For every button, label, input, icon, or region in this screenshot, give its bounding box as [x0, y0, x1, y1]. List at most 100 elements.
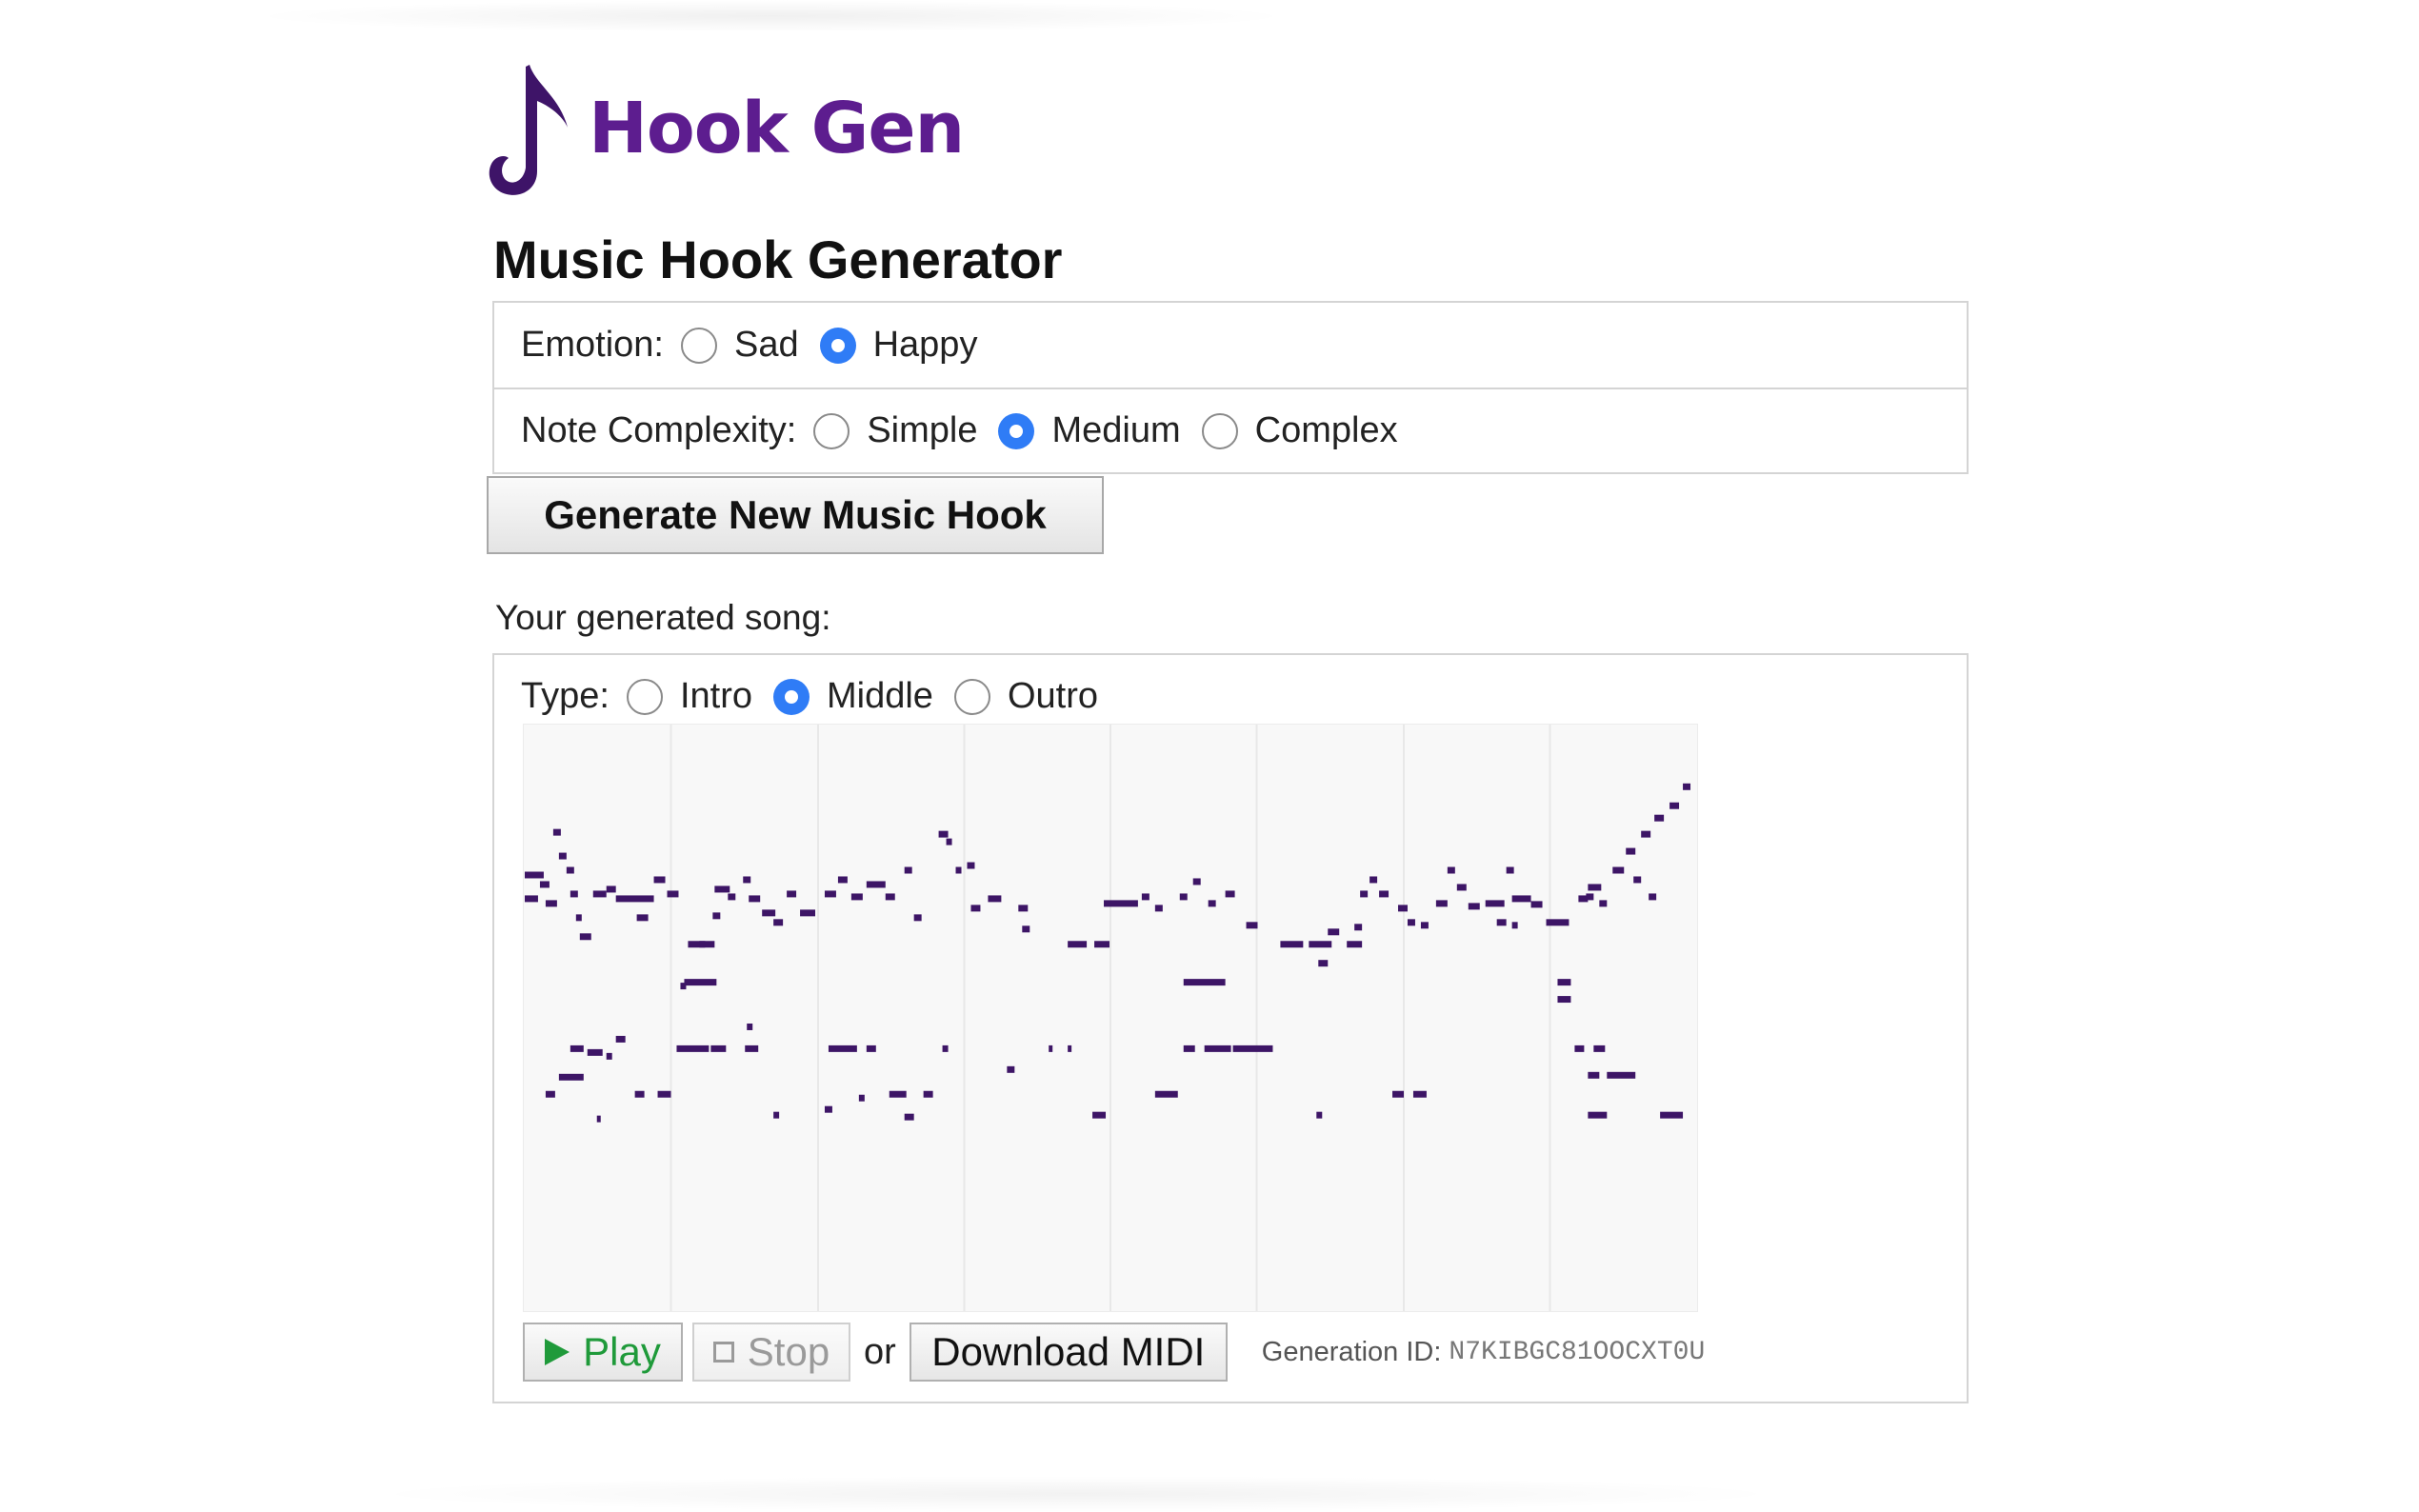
generation-id-label: Generation ID:	[1261, 1336, 1442, 1367]
complexity-medium-radio[interactable]	[998, 412, 1035, 449]
complexity-complex-label[interactable]: Complex	[1255, 410, 1398, 451]
logo: Hook Gen	[484, 57, 965, 200]
type-middle-label[interactable]: Middle	[827, 676, 933, 717]
complexity-complex-radio[interactable]	[1201, 412, 1238, 449]
note-block	[1557, 979, 1571, 986]
type-intro-radio[interactable]	[626, 678, 663, 715]
note-block	[592, 890, 607, 898]
note-block	[988, 895, 1002, 903]
note-block	[904, 1113, 914, 1121]
play-label: Play	[583, 1329, 661, 1374]
complexity-medium-label[interactable]: Medium	[1051, 410, 1180, 451]
complexity-simple-radio[interactable]	[813, 412, 850, 449]
type-middle-radio[interactable]	[773, 678, 810, 715]
note-block	[1485, 900, 1505, 907]
note-block	[684, 979, 717, 986]
note-block	[787, 890, 797, 898]
note-block	[596, 1115, 601, 1123]
or-text: or	[864, 1331, 896, 1372]
note-block	[747, 1023, 753, 1030]
emotion-option-happy[interactable]: Happy	[819, 325, 978, 366]
note-block	[1022, 925, 1030, 933]
note-block	[1360, 890, 1369, 898]
note-block	[552, 828, 561, 836]
type-option-middle[interactable]: Middle	[773, 676, 933, 717]
note-block	[606, 1052, 612, 1060]
note-block	[667, 890, 679, 898]
note-block	[1588, 884, 1602, 891]
note-block	[1049, 1044, 1053, 1052]
note-block	[1546, 919, 1569, 926]
emotion-row: Emotion: Sad Happy	[494, 303, 1967, 388]
note-block	[1607, 1071, 1636, 1079]
note-block	[858, 1094, 865, 1102]
note-block	[1007, 1065, 1015, 1073]
note-block	[946, 838, 952, 846]
note-block	[1092, 1111, 1107, 1119]
note-block	[1392, 1090, 1404, 1098]
emotion-sad-label[interactable]: Sad	[734, 325, 799, 366]
note-block	[866, 881, 886, 888]
note-block	[1557, 996, 1571, 1004]
note-block	[745, 1044, 759, 1052]
type-label: Type:	[521, 676, 610, 716]
type-option-intro[interactable]: Intro	[626, 676, 752, 717]
note-block	[967, 862, 975, 869]
stop-button[interactable]: Stop	[692, 1323, 850, 1382]
note-block	[714, 885, 730, 893]
note-block	[970, 905, 981, 912]
note-block	[1506, 866, 1514, 874]
note-block	[889, 1090, 907, 1098]
complexity-label: Note Complexity:	[521, 410, 797, 450]
note-block	[1586, 893, 1594, 901]
note-block	[1154, 1090, 1178, 1098]
type-intro-label[interactable]: Intro	[680, 676, 752, 717]
note-block	[773, 919, 784, 926]
note-block	[1669, 802, 1680, 809]
note-block	[1456, 884, 1467, 891]
settings-panel: Emotion: Sad Happy Note Complexity: Simp…	[492, 301, 1969, 474]
note-block	[524, 871, 544, 879]
complexity-option-medium[interactable]: Medium	[998, 410, 1181, 451]
note-block	[699, 941, 715, 948]
note-block	[1496, 919, 1507, 926]
emotion-sad-radio[interactable]	[680, 327, 717, 364]
type-option-outro[interactable]: Outro	[953, 676, 1098, 717]
note-block	[1588, 1071, 1600, 1079]
note-block	[615, 895, 654, 903]
note-block	[1068, 941, 1088, 948]
note-block	[923, 1090, 933, 1098]
note-block	[762, 909, 776, 917]
note-block	[636, 914, 649, 922]
emotion-option-sad[interactable]: Sad	[680, 325, 799, 366]
emotion-happy-radio[interactable]	[819, 327, 856, 364]
complexity-row: Note Complexity: Simple Medium Complex	[494, 388, 1967, 472]
generate-button[interactable]: Generate New Music Hook	[487, 476, 1104, 554]
complexity-option-complex[interactable]: Complex	[1201, 410, 1398, 451]
note-block	[1530, 901, 1543, 908]
note-block	[1420, 922, 1429, 929]
note-block	[938, 830, 949, 838]
note-block	[1649, 893, 1657, 901]
note-block	[1398, 905, 1408, 912]
note-block	[749, 895, 761, 903]
note-block	[1660, 1111, 1684, 1119]
stop-label: Stop	[747, 1329, 830, 1374]
note-block	[1183, 1044, 1195, 1052]
note-block	[913, 914, 922, 922]
type-outro-label[interactable]: Outro	[1008, 676, 1098, 717]
complexity-option-simple[interactable]: Simple	[813, 410, 977, 451]
note-block	[1593, 1044, 1606, 1052]
play-button[interactable]: Play	[523, 1323, 683, 1382]
note-block	[1246, 922, 1258, 929]
note-block	[1225, 890, 1235, 898]
download-midi-button[interactable]: Download MIDI	[909, 1323, 1228, 1382]
note-block	[1626, 847, 1636, 855]
note-block	[1094, 941, 1110, 948]
note-block	[1141, 893, 1150, 901]
note-block	[850, 893, 863, 901]
note-block	[558, 1073, 584, 1081]
emotion-happy-label[interactable]: Happy	[873, 325, 978, 366]
type-outro-radio[interactable]	[953, 678, 990, 715]
complexity-simple-label[interactable]: Simple	[867, 410, 977, 451]
